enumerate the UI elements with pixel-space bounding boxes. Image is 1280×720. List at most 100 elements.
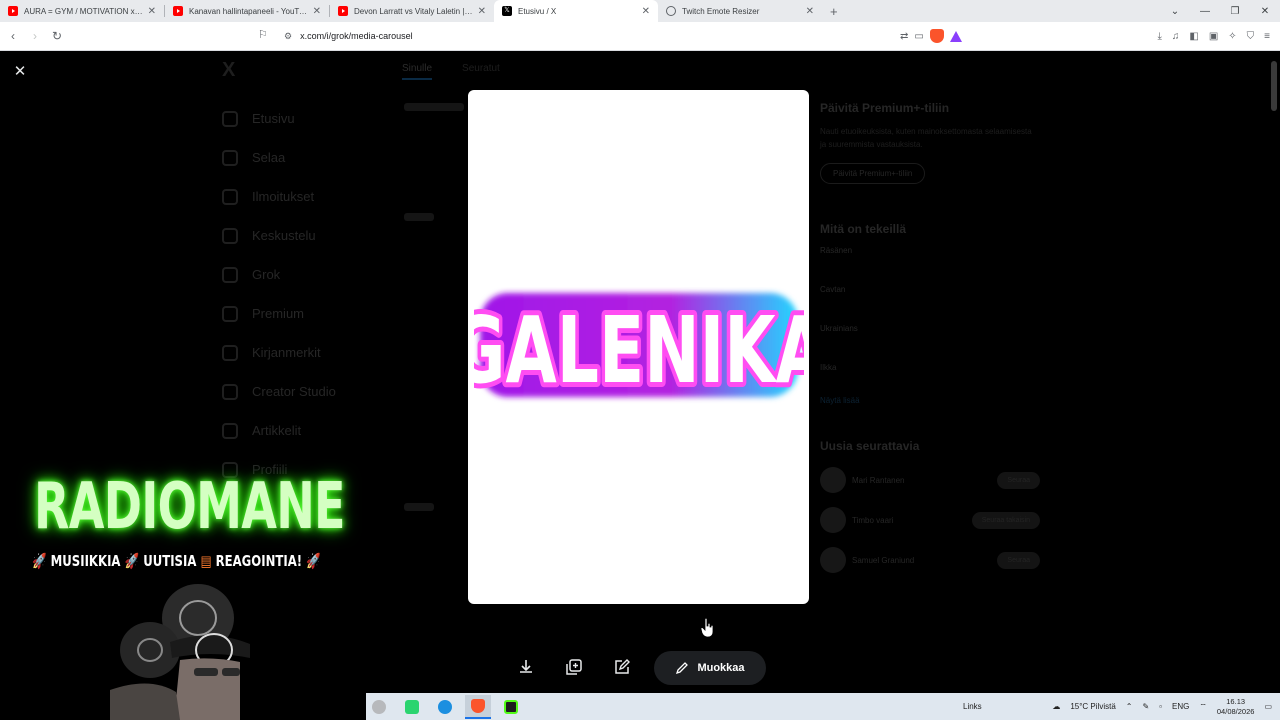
nav-label: Kirjanmerkit <box>252 345 321 360</box>
rocket-icon: 🚀 <box>306 552 321 570</box>
follow-name[interactable]: Timbo vaari <box>852 516 972 525</box>
premium-button[interactable]: Päivitä Premium+-tiliin <box>820 163 926 184</box>
tab-title: Kanavan hallintapaneeli - YouTube St <box>189 6 309 16</box>
nav-item-creator-studio[interactable]: Creator Studio <box>222 372 336 411</box>
wallet-icon[interactable]: ▣ <box>1209 31 1218 42</box>
browser-tab-bar: AURA = GYM / MOTIVATION x Eo ✕ Kanavan h… <box>0 0 1280 22</box>
trend-item[interactable]: Ilkka <box>820 363 1040 372</box>
url-field[interactable]: ⚙ x.com/i/grok/media-carousel <box>284 26 894 46</box>
nav-item-notifications[interactable]: Ilmoitukset <box>222 177 336 216</box>
reload-icon[interactable]: ↻ <box>46 29 68 43</box>
tab-close-icon[interactable]: ✕ <box>313 6 321 17</box>
clock-date: 04/08/2026 <box>1216 706 1255 716</box>
edge-icon <box>438 699 452 714</box>
nav-item-messages[interactable]: Keskustelu <box>222 216 336 255</box>
tab-close-icon[interactable]: ✕ <box>806 6 814 17</box>
browser-tab[interactable]: Devon Larratt vs Vitaly Laletin | East v… <box>330 1 494 21</box>
brave-rewards-icon[interactable] <box>949 30 962 42</box>
galenika-image: GALENIKA GALENIKA <box>474 287 804 407</box>
avatar[interactable] <box>820 547 846 573</box>
bookmark-icon[interactable]: ⚐ <box>258 28 268 41</box>
nav-item-articles[interactable]: Artikkelit <box>222 411 336 450</box>
sidebar-icon[interactable]: ◧ <box>1189 31 1198 42</box>
galenika-logo: GALENIKA GALENIKA <box>474 293 804 407</box>
trend-item[interactable]: Cavtan <box>820 285 1040 294</box>
taskbar-app[interactable] <box>465 694 491 719</box>
nav-item-grok[interactable]: Grok <box>222 255 336 294</box>
x-icon: 𝕏 <box>502 6 512 16</box>
newspaper-icon: ▤ <box>200 552 212 570</box>
post-placeholder <box>404 213 434 221</box>
tab-close-icon[interactable]: ✕ <box>148 6 156 17</box>
compose-icon[interactable] <box>612 657 632 677</box>
network-icon[interactable]: ✎ <box>1142 702 1149 711</box>
edit-label: Muokkaa <box>697 662 745 674</box>
avatar[interactable] <box>820 467 846 493</box>
tab-close-icon[interactable]: ✕ <box>642 6 650 17</box>
minimize-icon[interactable]: — <box>1190 6 1220 17</box>
follow-button[interactable]: Seuraa <box>997 471 1040 489</box>
download-icon[interactable] <box>516 657 536 677</box>
weather-icon[interactable]: ☁ <box>1052 702 1060 711</box>
close-icon[interactable]: ✕ <box>11 63 29 81</box>
notification-icon[interactable]: ▭ <box>1264 702 1272 711</box>
nav-item-home[interactable]: Etusivu <box>222 99 336 138</box>
links-toolbar[interactable]: Links <box>963 702 982 711</box>
tab-close-icon[interactable]: ✕ <box>478 6 486 17</box>
show-more-link[interactable]: Näytä lisää <box>820 396 1040 405</box>
nav-item-bookmarks[interactable]: Kirjanmerkit <box>222 333 336 372</box>
follow-name[interactable]: Mari Rantanen <box>852 476 997 485</box>
taskbar-app[interactable] <box>432 695 458 719</box>
vpn-icon[interactable]: ⛉ <box>1247 31 1255 42</box>
window-close-icon[interactable]: ✕ <box>1250 6 1280 17</box>
back-icon[interactable]: ‹ <box>2 29 24 43</box>
tab-for-you[interactable]: Sinulle <box>402 63 433 80</box>
edit-button[interactable]: Muokkaa <box>654 651 766 685</box>
taskbar-app[interactable] <box>498 695 524 719</box>
page-scrollbar[interactable] <box>1268 51 1280 693</box>
browser-tab[interactable]: AURA = GYM / MOTIVATION x Eo ✕ <box>0 1 164 21</box>
taskbar-app[interactable] <box>399 695 425 719</box>
article-icon <box>222 422 238 439</box>
clock[interactable]: 16.13 04/08/2026 <box>1217 697 1255 717</box>
nav-item-explore[interactable]: Selaa <box>222 138 336 177</box>
language-indicator[interactable]: ENG <box>1172 702 1189 711</box>
tab-search-icon[interactable]: ⌄ <box>1160 6 1190 17</box>
browser-tab-active[interactable]: 𝕏 Etusivu / X ✕ <box>494 0 658 22</box>
tagline-part: UUTISIA <box>143 552 197 570</box>
trend-name: Ukrainians <box>820 324 858 333</box>
volume-icon[interactable]: ▫ <box>1159 702 1162 711</box>
translate-icon[interactable]: ⇄ <box>900 31 908 42</box>
side-nav: Etusivu Selaa Ilmoitukset Keskustelu Gro… <box>222 99 336 489</box>
menu-icon[interactable]: ≡ <box>1264 31 1270 42</box>
weather-text[interactable]: 15°C Pilvistä <box>1070 702 1115 711</box>
follow-button[interactable]: Seuraa <box>997 551 1040 569</box>
brave-shield-icon[interactable] <box>929 29 944 43</box>
wifi-icon[interactable]: ⌔ <box>1199 702 1207 712</box>
maximize-icon[interactable]: ❐ <box>1220 6 1250 17</box>
taskbar-app[interactable] <box>366 695 392 719</box>
cast-icon[interactable]: ▭ <box>914 31 923 42</box>
tray-chevron-icon[interactable]: ⌃ <box>1126 702 1133 711</box>
site-info-icon[interactable]: ⚙ <box>284 31 292 42</box>
follow-name[interactable]: Samuel Graniund <box>852 556 997 565</box>
media-icon[interactable]: ♫ <box>1172 31 1180 42</box>
grok-icon <box>222 266 238 283</box>
x-logo[interactable]: X <box>222 59 235 82</box>
trend-item[interactable]: Ukrainians <box>820 324 1040 333</box>
nav-item-premium[interactable]: Premium <box>222 294 336 333</box>
scrollbar-thumb[interactable] <box>1271 61 1277 111</box>
copy-icon[interactable] <box>564 657 584 677</box>
follow-button[interactable]: Seuraa takaisin <box>971 511 1040 529</box>
webcam-feed <box>110 580 270 720</box>
browser-tab[interactable]: Twitch Emote Resizer ✕ <box>658 1 822 21</box>
avatar[interactable] <box>820 507 846 533</box>
download-icon[interactable]: ⤓ <box>1157 31 1161 42</box>
browser-tab[interactable]: Kanavan hallintapaneeli - YouTube St ✕ <box>165 1 329 21</box>
trend-item[interactable]: Räsänen <box>820 246 1040 255</box>
tab-following[interactable]: Seuratut <box>462 63 500 80</box>
forward-icon[interactable]: › <box>24 29 46 43</box>
rocket-icon: 🚀 <box>32 552 47 570</box>
new-tab-icon[interactable]: + <box>830 4 838 19</box>
leo-icon[interactable]: ✧ <box>1228 31 1236 42</box>
